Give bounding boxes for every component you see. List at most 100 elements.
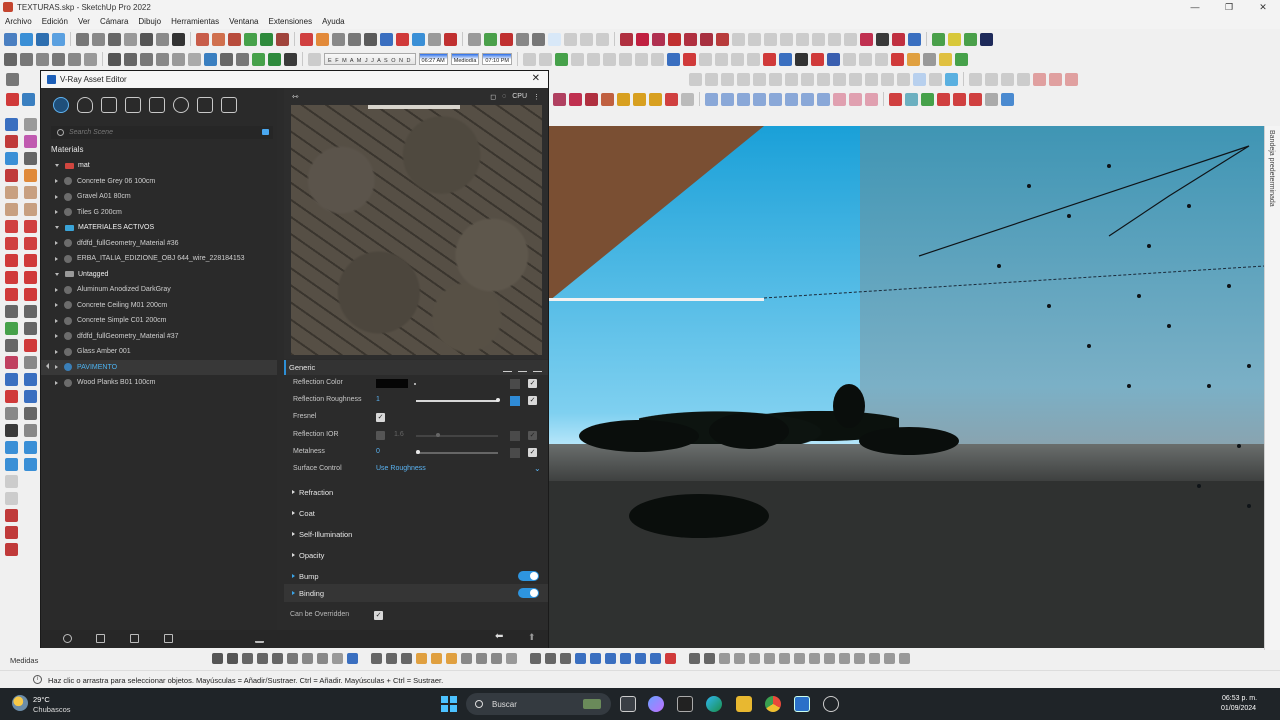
section-refraction[interactable]: Refraction — [284, 483, 548, 501]
union-icon[interactable] — [5, 509, 18, 522]
surface-control-dropdown[interactable]: Use Roughness — [376, 465, 426, 472]
plane-icon[interactable] — [228, 32, 241, 46]
filter-icon[interactable] — [262, 129, 269, 135]
back-view-icon[interactable] — [172, 52, 185, 66]
plugin-n-icon[interactable] — [828, 32, 841, 46]
lasso-icon[interactable] — [5, 135, 18, 148]
curve-tool-23-icon[interactable] — [921, 92, 934, 106]
outer-shell-icon[interactable] — [5, 475, 18, 488]
outliner-icon[interactable] — [586, 52, 600, 66]
instructor-icon[interactable] — [650, 52, 664, 66]
pan-icon[interactable] — [348, 32, 361, 46]
dimension-icon[interactable] — [24, 305, 37, 318]
bottom-tool-18-icon[interactable] — [476, 653, 487, 664]
shape-tool-13-icon[interactable] — [881, 72, 894, 86]
material-group[interactable]: Untagged — [41, 267, 277, 283]
plugin-ii-icon[interactable] — [938, 52, 952, 66]
walk-icon[interactable] — [468, 32, 481, 46]
right-view-icon[interactable] — [156, 52, 169, 66]
zoom-extents-tool-icon[interactable] — [5, 390, 18, 403]
push-pull-tool-icon[interactable] — [24, 254, 37, 267]
plugin-hh-icon[interactable] — [922, 52, 936, 66]
shape-tool-14-icon[interactable] — [897, 72, 910, 86]
bottom-tool-44-icon[interactable] — [884, 653, 895, 664]
shape-tool-1-icon[interactable] — [689, 72, 702, 86]
section-toggle[interactable] — [518, 588, 539, 598]
plugin-gg-icon[interactable] — [906, 52, 920, 66]
task-view-icon[interactable] — [620, 696, 636, 712]
next-view-icon[interactable] — [412, 32, 425, 46]
textures-tab-icon[interactable] — [149, 97, 165, 113]
menu-herramientas[interactable]: Herramientas — [166, 17, 224, 26]
bottom-tool-39-icon[interactable] — [809, 653, 820, 664]
photo-textures-icon[interactable] — [516, 32, 529, 46]
look-around-tool-icon[interactable] — [24, 407, 37, 420]
protractor-icon[interactable] — [5, 322, 18, 335]
scatter-icon[interactable] — [244, 32, 257, 46]
monochrome-icon[interactable] — [284, 52, 297, 66]
cleanup-icon[interactable] — [255, 634, 264, 643]
arc-tool-icon[interactable] — [5, 220, 18, 233]
curve-tool-18-icon[interactable] — [833, 92, 846, 106]
curve-tool-19-icon[interactable] — [849, 92, 862, 106]
reflection-roughness-check[interactable]: ✓ — [528, 396, 537, 405]
weather-description[interactable]: Chubascos — [33, 705, 71, 714]
menu-dibujo[interactable]: Dibujo — [133, 17, 166, 26]
shape-tool-3-icon[interactable] — [721, 72, 734, 86]
plugin-o-icon[interactable] — [844, 32, 857, 46]
shape-tool-10-icon[interactable] — [833, 72, 846, 86]
curve-tool-14-icon[interactable] — [769, 92, 782, 106]
reflection-ior-check[interactable]: ✓ — [528, 431, 537, 440]
curve-tool-22-icon[interactable] — [905, 92, 918, 106]
material-item[interactable]: Concrete Simple C01 200cm — [41, 313, 277, 329]
copilot-icon[interactable] — [648, 696, 664, 712]
curve-tool-5-icon[interactable] — [617, 92, 630, 106]
render-mode[interactable]: CPU — [512, 93, 527, 100]
caret-right-icon[interactable] — [55, 194, 58, 199]
trim-icon[interactable] — [5, 543, 18, 556]
xray-icon[interactable] — [204, 52, 217, 66]
display-shadows-icon[interactable] — [548, 32, 561, 46]
curve-tool-3-icon[interactable] — [585, 92, 598, 106]
import-icon[interactable] — [518, 363, 527, 372]
zoom-window-icon[interactable] — [24, 373, 37, 386]
section-bump[interactable]: Bump — [284, 567, 548, 585]
match-photo-icon[interactable] — [682, 52, 696, 66]
rotate-icon[interactable] — [6, 72, 19, 86]
metalness-value[interactable]: 0 — [376, 448, 380, 455]
shape-tool-6-icon[interactable] — [769, 72, 782, 86]
save-file-icon[interactable] — [130, 634, 139, 643]
intersect-icon[interactable] — [5, 492, 18, 505]
light-ies-icon[interactable] — [124, 32, 137, 46]
up-arrow-icon[interactable]: ⬆ — [528, 632, 536, 643]
shape-tool-8-icon[interactable] — [801, 72, 814, 86]
bottom-tool-33-icon[interactable] — [719, 653, 730, 664]
shape-tool-19-icon[interactable] — [985, 72, 998, 86]
clock-time[interactable]: 06:53 p. m. — [1222, 695, 1257, 702]
vray-asset-editor-icon[interactable] — [52, 32, 65, 46]
curve-tool-25-icon[interactable] — [953, 92, 966, 106]
arc-2pt-icon[interactable] — [24, 220, 37, 233]
plugin-j-icon[interactable] — [764, 32, 777, 46]
bottom-tool-6-icon[interactable] — [287, 653, 298, 664]
vray-title-bar[interactable]: V-Ray Asset Editor ✕ — [41, 71, 548, 88]
export-icon[interactable] — [533, 363, 542, 372]
sandbox-3-icon[interactable] — [5, 458, 18, 471]
caret-right-icon[interactable] — [55, 287, 58, 292]
caret-right-icon[interactable] — [55, 365, 58, 370]
light-rect-icon[interactable] — [76, 32, 89, 46]
chrome-icon[interactable] — [765, 696, 781, 712]
orbit-icon[interactable] — [332, 32, 345, 46]
bottom-tool-7-icon[interactable] — [302, 653, 313, 664]
front-view-icon[interactable] — [140, 52, 153, 66]
metalness-map[interactable] — [510, 448, 520, 458]
select-tool-icon[interactable] — [5, 118, 18, 131]
shape-tool-7-icon[interactable] — [785, 72, 798, 86]
caret-right-icon[interactable] — [55, 303, 58, 308]
material-item[interactable]: Aluminum Anodized DarkGray — [41, 282, 277, 298]
bottom-tool-27-icon[interactable] — [620, 653, 631, 664]
top-view-icon[interactable] — [124, 52, 137, 66]
curve-tool-8-icon[interactable] — [665, 92, 678, 106]
material-item[interactable]: dfdfd_fullGeometry_Material #37 — [41, 329, 277, 345]
curve-tool-27-icon[interactable] — [985, 92, 998, 106]
